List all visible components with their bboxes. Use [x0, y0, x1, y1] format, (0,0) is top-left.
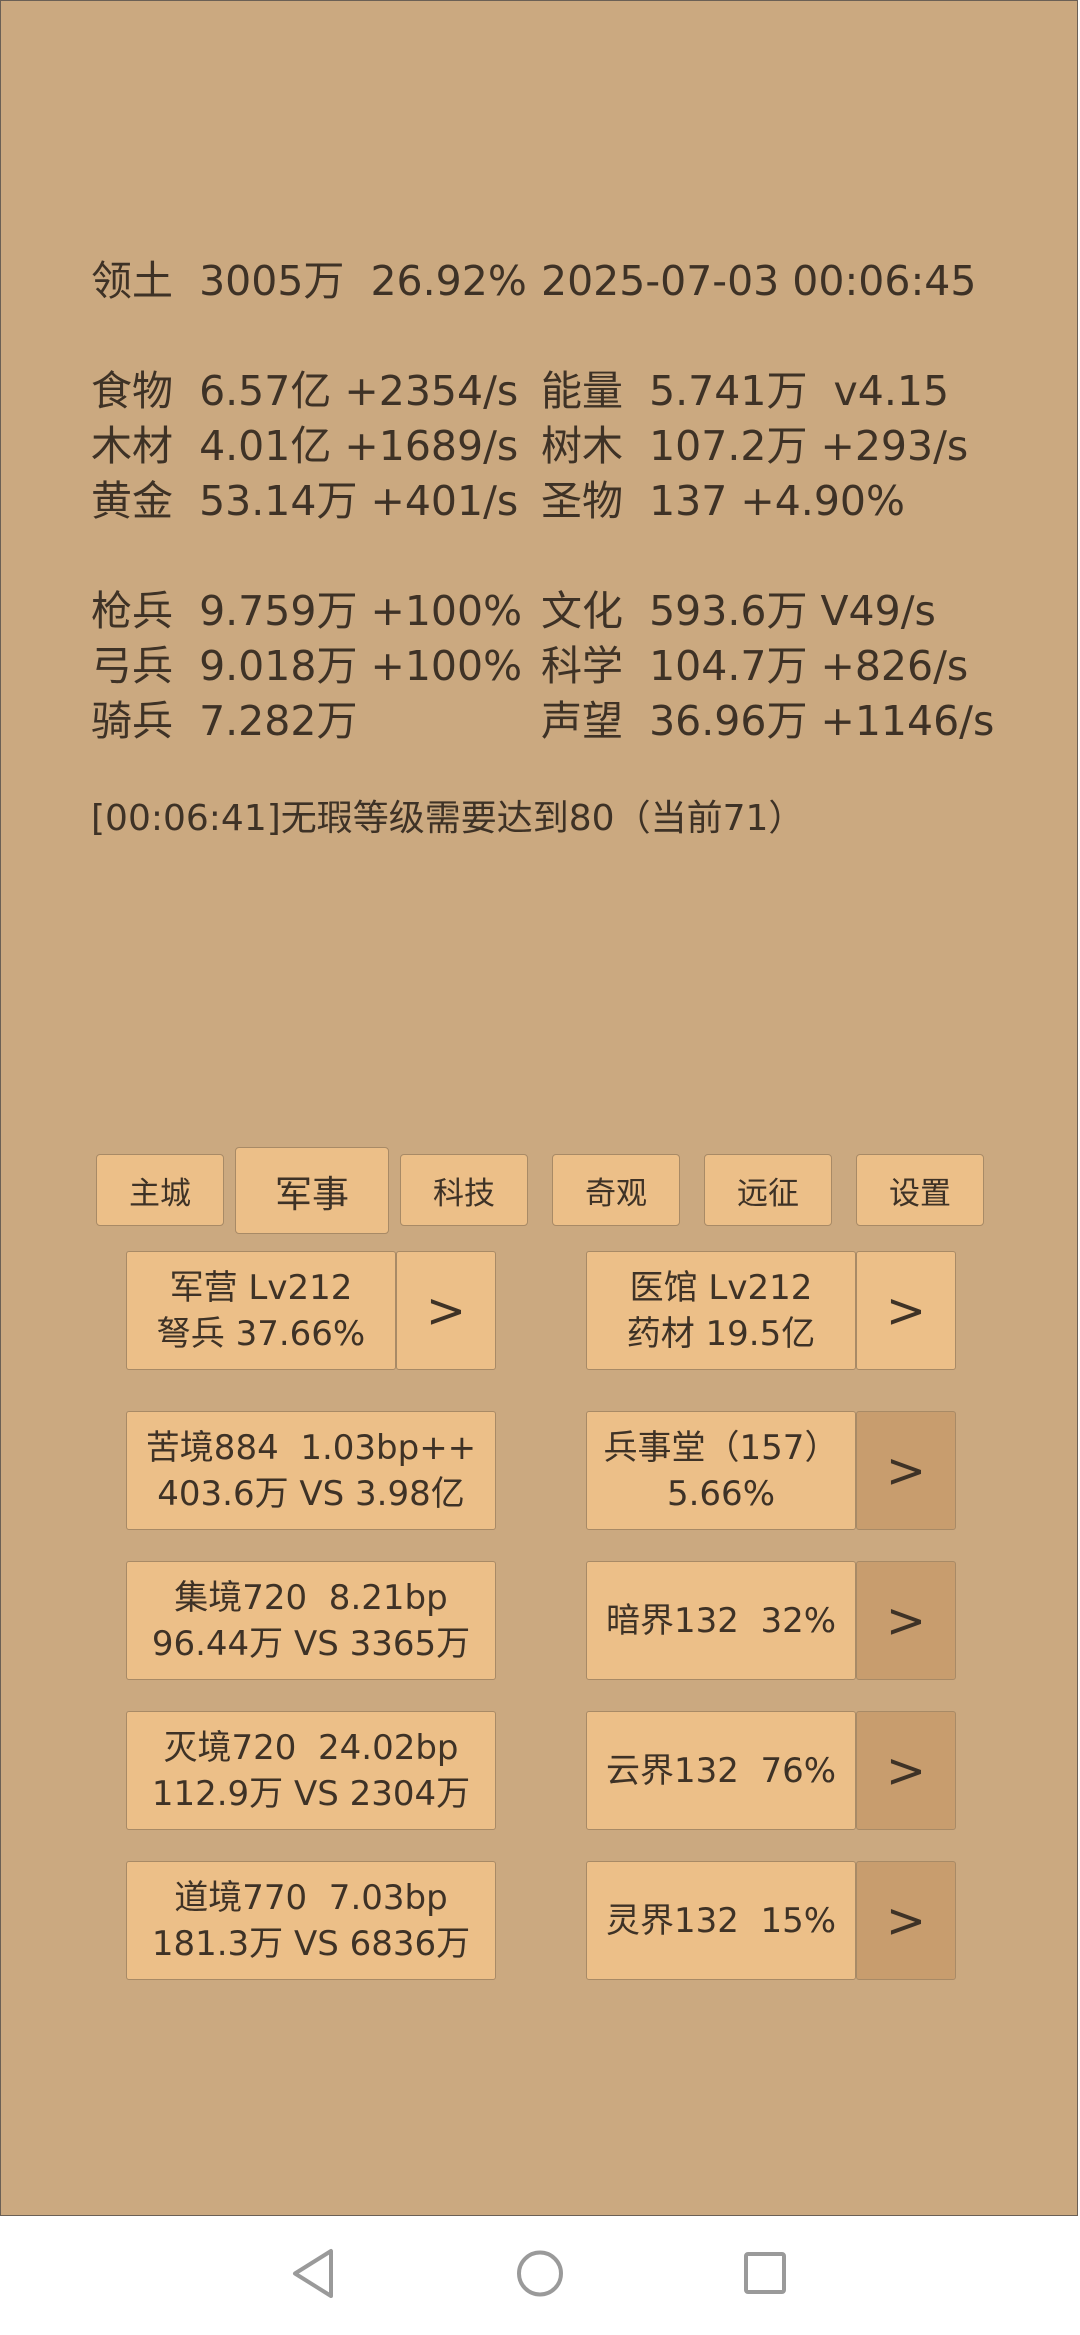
relics-stat: 圣物 137 +4.90%	[541, 477, 905, 525]
nav-home-button[interactable]	[480, 2216, 600, 2331]
datetime-stat: 2025-07-03 00:06:45	[541, 257, 977, 305]
ji-realm-title: 集境720 8.21bp	[174, 1577, 448, 1618]
ku-realm-title: 苦境884 1.03bp++	[145, 1427, 477, 1468]
clinic-title: 医馆 Lv212	[629, 1267, 813, 1308]
event-log-message: [00:06:41]无瑕等级需要达到80（当前71）	[91, 798, 805, 839]
mie-realm-title: 灭境720 24.02bp	[163, 1727, 459, 1768]
bingshitang-arrow-button[interactable]: >	[856, 1411, 956, 1530]
yunjie-card[interactable]: 云界132 76%	[586, 1711, 856, 1830]
archers-stat: 弓兵 9.018万 +100%	[91, 642, 523, 690]
science-stat: 科学 104.7万 +826/s	[541, 642, 969, 690]
tab-wonders[interactable]: 奇观	[552, 1154, 680, 1226]
bingshitang-title: 兵事堂（157）	[603, 1427, 839, 1468]
nav-recents-button[interactable]	[705, 2216, 825, 2331]
lingjie-card[interactable]: 灵界132 15%	[586, 1861, 856, 1980]
barracks-arrow-button[interactable]: >	[396, 1251, 496, 1370]
clinic-detail: 药材 19.5亿	[626, 1313, 816, 1354]
yunjie-title: 云界132 76%	[605, 1750, 837, 1791]
culture-stat: 文化 593.6万 V49/s	[541, 587, 936, 635]
energy-stat: 能量 5.741万 v4.15	[541, 367, 950, 415]
tab-main-city[interactable]: 主城	[96, 1154, 224, 1226]
yunjie-arrow-button[interactable]: >	[856, 1711, 956, 1830]
barracks-card[interactable]: 军营 Lv212 弩兵 37.66%	[126, 1251, 396, 1370]
ku-realm-card[interactable]: 苦境884 1.03bp++ 403.6万 VS 3.98亿	[126, 1411, 496, 1530]
tab-settings[interactable]: 设置	[856, 1154, 984, 1226]
barracks-detail: 弩兵 37.66%	[156, 1313, 366, 1354]
lingjie-arrow-button[interactable]: >	[856, 1861, 956, 1980]
food-stat: 食物 6.57亿 +2354/s	[91, 367, 519, 415]
clinic-arrow-button[interactable]: >	[856, 1251, 956, 1370]
ji-realm-card[interactable]: 集境720 8.21bp 96.44万 VS 3365万	[126, 1561, 496, 1680]
system-navigation-bar	[0, 2216, 1080, 2331]
ku-realm-detail: 403.6万 VS 3.98亿	[157, 1473, 465, 1514]
anjie-arrow-button[interactable]: >	[856, 1561, 956, 1680]
mie-realm-card[interactable]: 灭境720 24.02bp 112.9万 VS 2304万	[126, 1711, 496, 1830]
ji-realm-detail: 96.44万 VS 3365万	[151, 1623, 471, 1664]
mie-realm-detail: 112.9万 VS 2304万	[151, 1773, 471, 1814]
dao-realm-card[interactable]: 道境770 7.03bp 181.3万 VS 6836万	[126, 1861, 496, 1980]
gold-stat: 黄金 53.14万 +401/s	[91, 477, 519, 525]
game-screen: 领土 3005万 26.92% 2025-07-03 00:06:45 食物 6…	[0, 0, 1078, 2216]
territory-stat: 领土 3005万 26.92%	[91, 257, 527, 305]
prestige-stat: 声望 36.96万 +1146/s	[541, 697, 995, 745]
nav-back-button[interactable]	[253, 2216, 373, 2331]
bingshitang-card[interactable]: 兵事堂（157） 5.66%	[586, 1411, 856, 1530]
anjie-title: 暗界132 32%	[605, 1600, 837, 1641]
dao-realm-detail: 181.3万 VS 6836万	[151, 1923, 471, 1964]
trees-stat: 树木 107.2万 +293/s	[541, 422, 969, 470]
tab-technology[interactable]: 科技	[400, 1154, 528, 1226]
tab-expedition[interactable]: 远征	[704, 1154, 832, 1226]
barracks-title: 军营 Lv212	[169, 1267, 353, 1308]
home-circle-icon	[517, 2250, 563, 2297]
spearmen-stat: 枪兵 9.759万 +100%	[91, 587, 523, 635]
wood-stat: 木材 4.01亿 +1689/s	[91, 422, 519, 470]
recents-square-icon	[744, 2252, 786, 2294]
tab-military[interactable]: 军事	[235, 1147, 389, 1234]
cavalry-stat: 骑兵 7.282万	[91, 697, 358, 745]
lingjie-title: 灵界132 15%	[605, 1900, 837, 1941]
back-triangle-icon	[293, 2249, 333, 2298]
anjie-card[interactable]: 暗界132 32%	[586, 1561, 856, 1680]
bingshitang-detail: 5.66%	[666, 1473, 775, 1514]
dao-realm-title: 道境770 7.03bp	[174, 1877, 448, 1918]
clinic-card[interactable]: 医馆 Lv212 药材 19.5亿	[586, 1251, 856, 1370]
